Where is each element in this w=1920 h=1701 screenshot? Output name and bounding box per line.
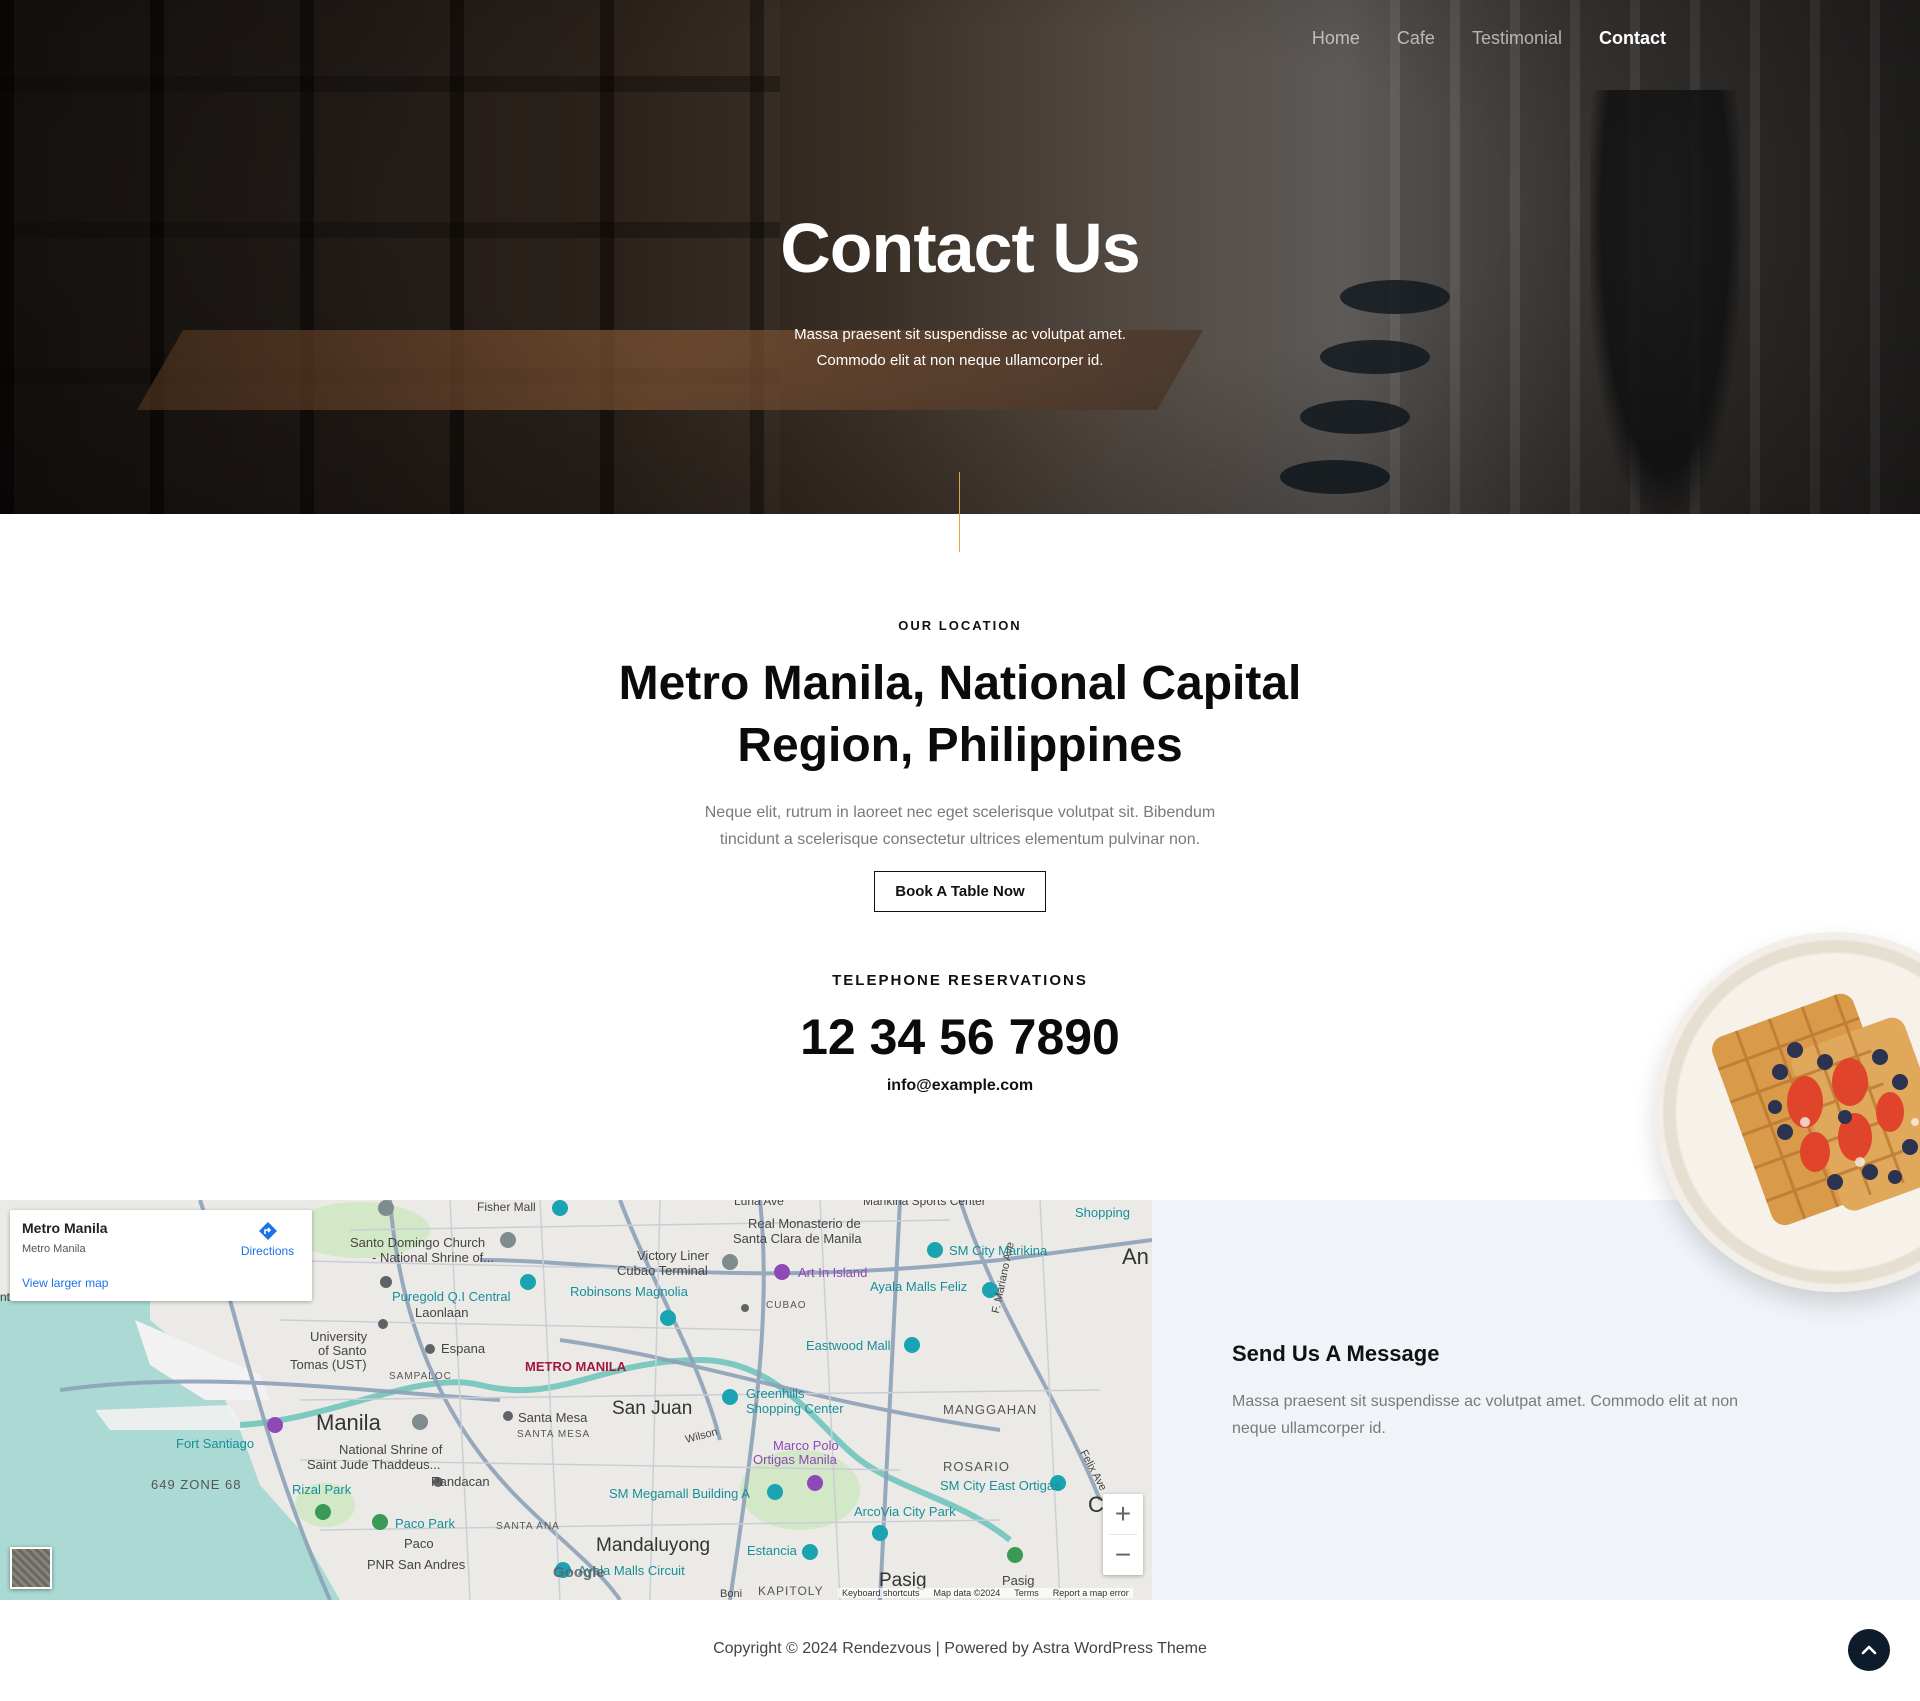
map-label: - National Shrine of...	[372, 1250, 495, 1265]
map-label: Mandaluyong	[596, 1535, 711, 1556]
map-label: Marikina Sports Center	[863, 1200, 986, 1208]
map-label: Ortigas Manila	[753, 1452, 837, 1467]
map-label: C	[1088, 1492, 1104, 1517]
map-label: SM City East Ortigas	[940, 1478, 1061, 1493]
map-label: Laonlaan	[415, 1305, 469, 1320]
map-label: Shopping Center	[746, 1401, 844, 1416]
map-label: Estancia	[747, 1543, 797, 1558]
zoom-out-button[interactable]: −	[1103, 1535, 1143, 1575]
map-label: Art In Island	[798, 1265, 868, 1280]
map-label: Pasig	[1002, 1573, 1035, 1588]
map-label: METRO MANILA	[525, 1359, 627, 1374]
map-label: Fisher Mall	[477, 1200, 536, 1214]
nav-item-testimonial[interactable]: Testimonial	[1472, 28, 1562, 49]
map-label: SANTA ANA	[496, 1521, 560, 1532]
satellite-toggle-button[interactable]	[10, 1547, 52, 1589]
chevron-up-icon	[1861, 1645, 1877, 1655]
location-eyebrow: OUR LOCATION	[898, 618, 1022, 633]
telephone-label: TELEPHONE RESERVATIONS	[832, 972, 1088, 989]
map-label: Manila	[316, 1410, 381, 1435]
page-title: Contact Us	[780, 209, 1140, 287]
map-label: SM Megamall Building A	[609, 1486, 750, 1501]
report-map-error-link[interactable]: Report a map error	[1053, 1588, 1129, 1598]
map-footer: Keyboard shortcuts Map data ©2024 Terms …	[838, 1588, 1133, 1598]
map-label: Santo Domingo Church	[350, 1235, 486, 1250]
map-label: Victory Liner	[637, 1248, 710, 1263]
map-label: Boni	[720, 1588, 743, 1600]
message-description: Massa praesent sit suspendisse ac volutp…	[1232, 1393, 1739, 1437]
nav-item-contact[interactable]: Contact	[1599, 28, 1666, 49]
hero-section: Home Cafe Testimonial Contact Contact Us…	[0, 0, 1920, 514]
main-nav: Home Cafe Testimonial Contact	[1312, 28, 1666, 49]
map-data-credit: Map data ©2024	[933, 1588, 1001, 1598]
map-label: Greenhills	[746, 1386, 805, 1401]
map-label: ROSARIO	[943, 1459, 1010, 1474]
waffle-plate-image	[1655, 932, 1920, 1292]
message-title: Send Us A Message	[1232, 1341, 1440, 1366]
map-label: Santa Clara de Manila	[733, 1231, 862, 1246]
footer-copyright: Copyright © 2024 Rendezvous | Powered by…	[713, 1640, 1207, 1657]
map-label: CUBAO	[766, 1300, 807, 1311]
map-label: National Shrine of	[339, 1442, 443, 1457]
zoom-in-button[interactable]: +	[1103, 1494, 1143, 1534]
map-label: SANTA MESA	[517, 1429, 591, 1440]
directions-button[interactable]: Directions	[235, 1220, 300, 1258]
map-label: Paco	[404, 1536, 434, 1551]
location-description: Neque elit, rutrum in laoreet nec eget s…	[704, 804, 1216, 848]
keyboard-shortcuts-link[interactable]: Keyboard shortcuts	[842, 1588, 920, 1598]
map-label: Santa Mesa	[518, 1410, 588, 1425]
map-label: Real Monasterio de	[748, 1216, 861, 1231]
map-label: Eastwood Mall	[806, 1338, 891, 1353]
map-label: Saint Jude Thaddeus...	[307, 1457, 441, 1472]
terms-link[interactable]: Terms	[1014, 1588, 1039, 1598]
map-label: Ayala Malls Feliz	[870, 1279, 968, 1294]
map-label: San Juan	[612, 1398, 693, 1419]
map-card-title: Metro Manila	[22, 1220, 108, 1236]
map-label: Puregold Q.I Central	[392, 1289, 511, 1304]
map-label: Rizal Park	[292, 1482, 352, 1497]
map-label: Pandacan	[431, 1474, 490, 1489]
location-title: Metro Manila, National Capital Region, P…	[618, 657, 1302, 772]
map-label: Tomas (UST)	[290, 1357, 367, 1372]
map-zoom-controls: + −	[1103, 1494, 1143, 1575]
google-logo: Google	[553, 1564, 605, 1581]
divider-line	[959, 472, 960, 552]
map-label: Cubao Terminal	[617, 1263, 708, 1278]
map-label: Shopping	[1075, 1205, 1130, 1220]
map-label: Luna Ave	[734, 1200, 784, 1208]
scroll-to-top-button[interactable]	[1848, 1629, 1890, 1671]
telephone-number: 12 34 56 7890	[800, 1009, 1120, 1065]
nav-item-home[interactable]: Home	[1312, 28, 1360, 49]
map-label: University	[310, 1329, 368, 1344]
map-info-card: Metro Manila Metro Manila View larger ma…	[10, 1210, 312, 1301]
map-label: SAMPALOC	[389, 1371, 452, 1382]
map-label: Marco Polo	[773, 1438, 839, 1453]
email-link[interactable]: info@example.com	[0, 1077, 1920, 1095]
map-label: KAPITOLY	[758, 1584, 824, 1598]
map-label: 649 ZONE 68	[151, 1477, 242, 1492]
map-label: Fort Santiago	[176, 1436, 255, 1451]
map-label: MANGGAHAN	[943, 1402, 1038, 1417]
map-label: An	[1122, 1244, 1149, 1269]
map-label: PNR San Andres	[367, 1557, 466, 1572]
embedded-map[interactable]: Fisher Mall Luna Ave Marikina Sports Cen…	[0, 1200, 1152, 1600]
nav-item-cafe[interactable]: Cafe	[1397, 28, 1435, 49]
view-larger-map-link[interactable]: View larger map	[22, 1276, 108, 1290]
directions-icon	[258, 1222, 277, 1240]
map-label: of Santo	[318, 1343, 367, 1358]
map-label: Espana	[441, 1341, 486, 1356]
book-table-button[interactable]: Book A Table Now	[874, 871, 1046, 912]
map-card-subtitle: Metro Manila	[22, 1243, 86, 1255]
map-label: ArcoVia City Park	[854, 1504, 956, 1519]
map-label: SM City Marikina	[949, 1243, 1048, 1258]
hero-subtitle: Massa praesent sit suspendisse ac volutp…	[794, 326, 1126, 369]
map-label: Paco Park	[395, 1516, 455, 1531]
map-label: Robinsons Magnolia	[570, 1284, 688, 1299]
